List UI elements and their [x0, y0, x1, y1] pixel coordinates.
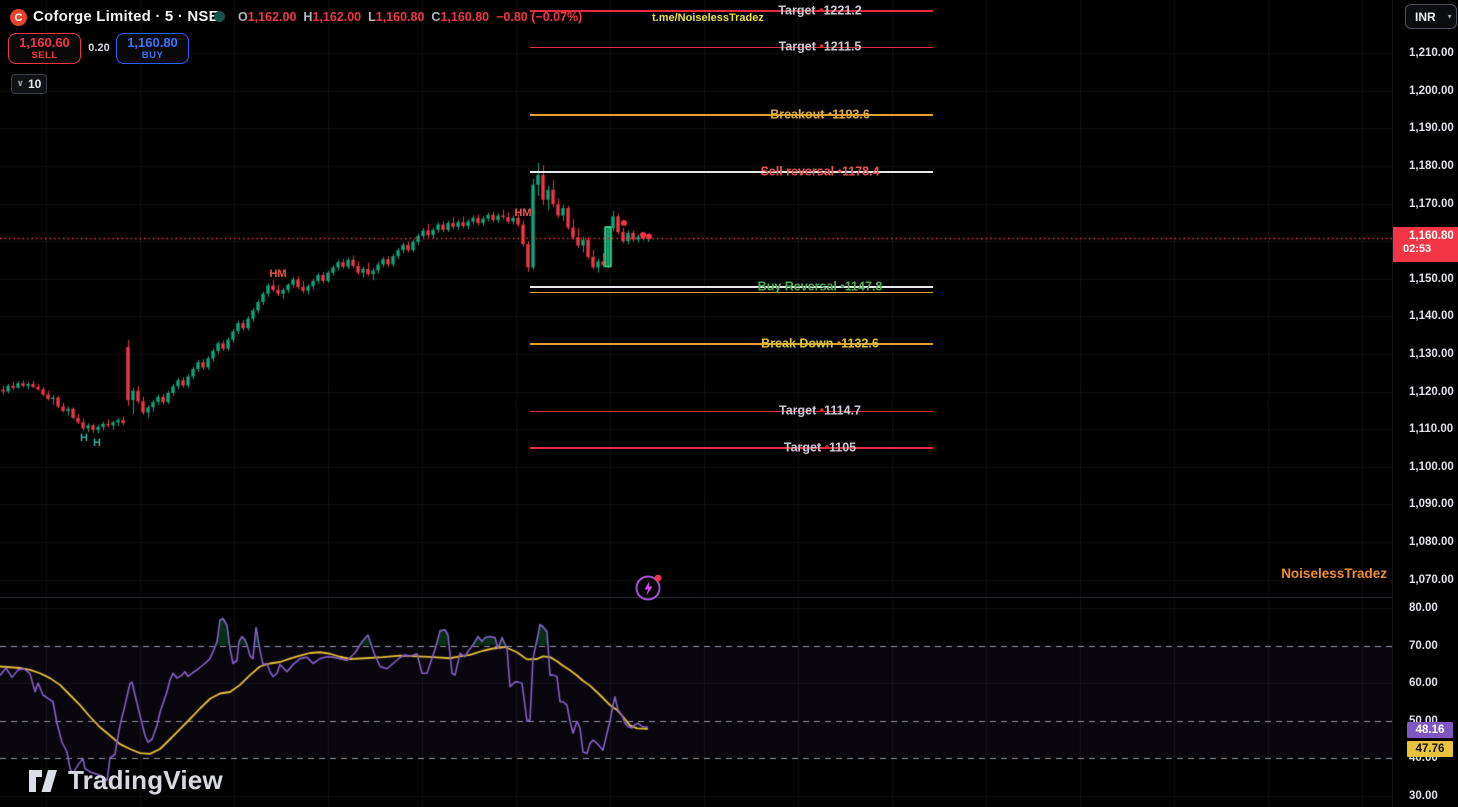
level-label: Sell reversal •1178.4 [760, 164, 879, 178]
level-name: Target [778, 3, 816, 18]
high-value: 1,162.00 [312, 10, 362, 24]
low-value: 1,160.80 [375, 10, 425, 24]
price-tick: 1,170.00 [1409, 197, 1454, 210]
close-value: 1,160.80 [440, 10, 490, 24]
rsi-tick: 30.00 [1409, 789, 1438, 802]
chevron-down-icon: ∨ [16, 77, 24, 88]
currency-selector[interactable]: INR ▾ [1405, 4, 1457, 29]
level-name: Break Down [761, 336, 834, 351]
tradingview-logo-icon [29, 769, 57, 792]
level-value: 1221.2 [823, 3, 862, 18]
quantity-selector[interactable]: ∨ 10 [11, 74, 47, 94]
pattern-label-hm: HM [269, 268, 287, 280]
level-name: Target [778, 39, 816, 54]
rsi-tick: 60.00 [1409, 677, 1438, 689]
tradingview-logo[interactable]: TradingView [28, 765, 223, 796]
level-label: Target •1211.5 [779, 40, 862, 54]
price-tick: 1,100.00 [1409, 460, 1454, 473]
symbol-title[interactable]: Coforge Limited · 5 · NSE [33, 8, 219, 25]
price-tick: 1,130.00 [1409, 347, 1454, 360]
pane-separator[interactable] [0, 597, 1392, 598]
level-line-breakout-1193.6[interactable] [530, 113, 933, 116]
last-price-value: 1,160.80 [1409, 230, 1454, 243]
rsi-tick: 70.00 [1409, 639, 1438, 652]
symbol-logo[interactable]: C [10, 9, 27, 26]
price-tick: 1,090.00 [1409, 498, 1454, 511]
level-label: Target •1105 [784, 440, 856, 454]
market-status-icon[interactable] [214, 11, 225, 22]
level-name: Breakout [770, 107, 825, 122]
tradingview-logo-text: TradingView [68, 765, 223, 795]
buy-price: 1,160.80 [127, 35, 178, 51]
price-tick: 1,120.00 [1409, 385, 1454, 398]
price-tick: 1,180.00 [1409, 159, 1454, 172]
ohlc-values: O1,162.00 H1,162.00 L1,160.80 C1,160.80 −0.8… [238, 10, 589, 24]
currency-label: INR [1415, 9, 1436, 24]
level-value: 1178.4 [842, 164, 880, 179]
last-price-badge: 1,160.80 02:53 [1393, 227, 1458, 263]
low-label: L [368, 10, 376, 24]
flash-alert-icon[interactable] [633, 572, 664, 603]
price-tick: 1,150.00 [1409, 272, 1454, 285]
rsi-ma-value-badge: 47.76 [1407, 740, 1453, 757]
price-tick: 1,080.00 [1409, 535, 1454, 548]
price-tick: 1,110.00 [1409, 423, 1454, 436]
price-tick: 1,200.00 [1409, 84, 1454, 97]
quantity-value: 10 [27, 77, 42, 91]
buy-button[interactable]: 1,160.80 BUY [116, 33, 189, 64]
level-name: Buy Reversal [757, 279, 837, 294]
level-value: 1105 [829, 440, 857, 455]
level-line-target-1211.5[interactable] [530, 46, 933, 49]
indicator-watermark: NoiselessTradez [1281, 566, 1387, 581]
level-value: 1193.6 [832, 107, 870, 122]
price-tick: 1,070.00 [1409, 573, 1454, 586]
level-value: 1147.8 [844, 279, 883, 294]
rsi-value-badge: 48.16 [1407, 722, 1453, 739]
chart-canvas[interactable] [0, 0, 1392, 807]
price-tick: 1,210.00 [1409, 47, 1454, 60]
level-label: Target •1114.7 [779, 404, 861, 418]
spread-value: 0.20 [88, 42, 110, 54]
telegram-watermark: t.me/NoiselessTradez [652, 12, 764, 24]
level-name: Sell reversal [760, 164, 835, 179]
tradingview-chart-window: Target •1221.2 Target •1211.5 Breakout •11… [0, 0, 1458, 807]
level-label: Break Down •1132.6 [761, 337, 879, 351]
price-axis[interactable]: INR ▾ 1,210.00 1,200.00 1,190.00 1,180.00 1,… [1392, 0, 1458, 807]
sell-button[interactable]: 1,160.60 SELL [8, 33, 81, 64]
rsi-tick: 80.00 [1409, 602, 1438, 614]
pattern-label-hm: HM [514, 207, 532, 219]
open-value: 1,162.00 [247, 10, 297, 24]
level-label: Buy Reversal •1147.8 [758, 279, 883, 293]
level-name: Target [783, 440, 822, 455]
level-value: 1114.7 [824, 403, 862, 418]
pattern-label-h: H [80, 432, 88, 444]
sell-label: SELL [31, 49, 58, 61]
open-label: O [238, 10, 248, 24]
pattern-label-h: H [93, 437, 101, 449]
bar-countdown: 02:53 [1403, 243, 1432, 256]
buy-label: BUY [141, 49, 164, 61]
level-line-target-1105[interactable] [530, 447, 933, 449]
chevron-down-icon: ▾ [1447, 12, 1452, 21]
price-tick: 1,140.00 [1409, 310, 1454, 323]
level-label: Target •1221.2 [778, 3, 861, 17]
level-line-target-1114.7[interactable] [530, 410, 933, 413]
level-value: 1132.6 [841, 336, 879, 351]
level-name: Target [778, 403, 817, 418]
sell-price: 1,160.60 [19, 35, 70, 51]
level-label: Breakout •1193.6 [770, 107, 870, 121]
price-tick: 1,190.00 [1409, 122, 1454, 135]
level-value: 1211.5 [823, 39, 862, 54]
change-value: −0.80 (−0.07%) [496, 10, 583, 24]
